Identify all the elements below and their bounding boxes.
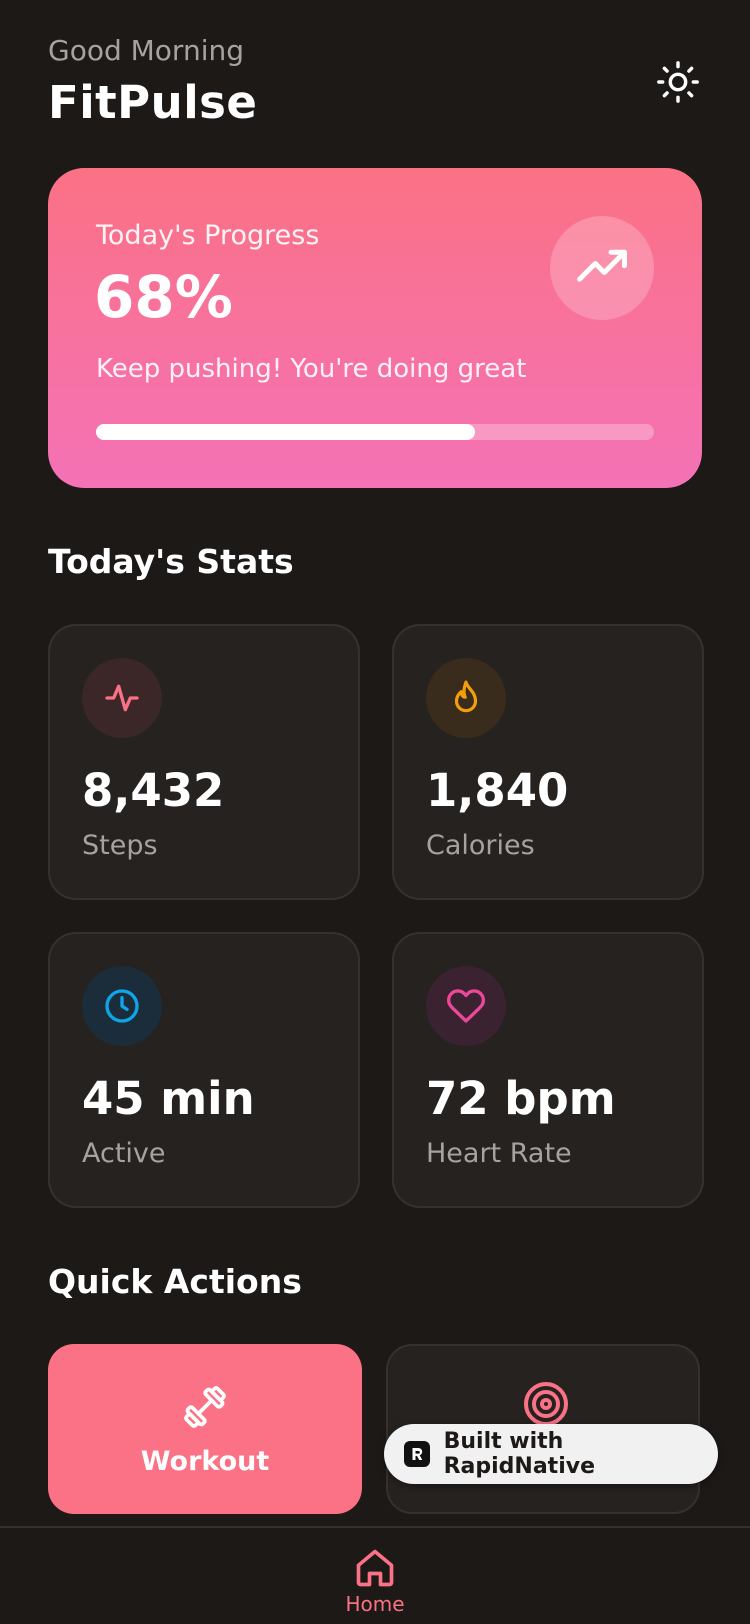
progress-card: Today's Progress 68% Keep pushing! You'r… <box>48 168 702 488</box>
badge-text: Built with RapidNative <box>443 1429 595 1479</box>
flame-icon <box>454 680 478 713</box>
stat-icon-circle <box>426 658 506 738</box>
stat-icon-circle <box>426 966 506 1046</box>
app-title: FitPulse <box>48 76 258 129</box>
progress-label: Today's Progress <box>96 220 320 251</box>
calories-label: Calories <box>426 830 535 861</box>
bottom-tab-bar: Home <box>0 1526 750 1624</box>
quick-actions-title: Quick Actions <box>48 1262 302 1301</box>
progress-percent: 68% <box>94 263 233 331</box>
stat-card-calories[interactable]: 1,840 Calories <box>392 624 704 900</box>
tab-home-label: Home <box>345 1592 405 1616</box>
heart-rate-value: 72 bpm <box>426 1072 616 1125</box>
dumbbell-icon <box>184 1385 226 1428</box>
steps-value: 8,432 <box>82 764 225 817</box>
progress-bar <box>96 424 654 440</box>
theme-toggle-button[interactable] <box>654 58 702 106</box>
workout-label: Workout <box>140 1445 270 1477</box>
active-value: 45 min <box>82 1072 255 1125</box>
activity-icon <box>105 684 139 712</box>
built-with-badge[interactable]: Built with RapidNative <box>384 1424 718 1484</box>
header: Good Morning FitPulse <box>48 34 702 134</box>
stat-card-active[interactable]: 45 min Active <box>48 932 360 1208</box>
workout-button[interactable]: Workout <box>48 1344 362 1514</box>
stat-icon-circle <box>82 658 162 738</box>
heart-icon <box>446 989 486 1023</box>
progress-bar-fill <box>96 424 476 440</box>
rapidnative-logo-icon <box>404 1441 430 1467</box>
calories-value: 1,840 <box>426 764 569 817</box>
stat-card-steps[interactable]: 8,432 Steps <box>48 624 360 900</box>
sun-icon <box>657 61 699 103</box>
target-icon <box>524 1382 568 1426</box>
clock-icon <box>105 989 139 1023</box>
trending-up-icon <box>577 249 627 282</box>
steps-label: Steps <box>82 830 158 861</box>
progress-subtitle: Keep pushing! You're doing great <box>96 354 527 384</box>
home-icon <box>356 1549 394 1587</box>
stats-section-title: Today's Stats <box>48 542 294 581</box>
stat-card-heart-rate[interactable]: 72 bpm Heart Rate <box>392 932 704 1208</box>
heart-rate-label: Heart Rate <box>426 1138 572 1169</box>
active-label: Active <box>82 1138 166 1169</box>
stat-icon-circle <box>82 966 162 1046</box>
greeting-text: Good Morning <box>48 34 244 67</box>
progress-icon-circle <box>550 216 654 320</box>
tab-home[interactable]: Home <box>325 1528 425 1624</box>
